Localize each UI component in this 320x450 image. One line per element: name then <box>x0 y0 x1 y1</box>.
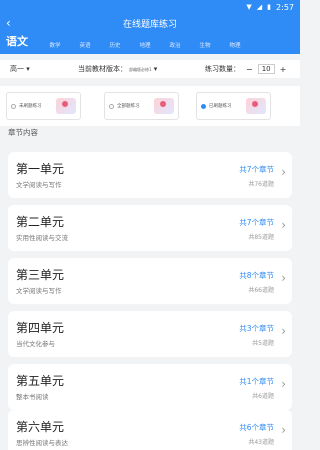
wifi-icon: ▼ <box>246 2 252 11</box>
filter-row: 高一 ▾ 当前教材版本： 部编版必修1 ▾ 练习数量： − 10 + <box>0 60 300 78</box>
chevron-right-icon: › <box>281 423 286 437</box>
title-bar: ‹ 在线题库练习 <box>0 14 300 32</box>
question-count: 共5道题 <box>252 340 274 347</box>
signal-icon: ◢ <box>256 2 263 11</box>
illustration-icon <box>246 98 266 114</box>
illustration-icon <box>56 98 76 114</box>
chevron-right-icon: › <box>281 377 286 391</box>
unit-name: 第五单元 <box>16 374 65 388</box>
mode-all[interactable]: 全部题练习 <box>104 92 179 120</box>
question-count: 共66道题 <box>248 287 274 294</box>
chapter-count: 共7个章节 <box>239 218 274 227</box>
minus-button[interactable]: − <box>246 65 253 74</box>
quantity-label: 练习数量： <box>205 65 240 73</box>
tab-english[interactable]: 英语 <box>70 41 100 49</box>
back-arrow-icon[interactable]: ‹ <box>6 15 11 31</box>
unit-subtitle: 实用性阅读与交流 <box>16 234 68 242</box>
unit-subtitle: 文学阅读与写作 <box>16 287 62 295</box>
tab-politics[interactable]: 政治 <box>160 41 190 49</box>
radio-icon <box>109 103 114 109</box>
quantity-value[interactable]: 10 <box>257 64 275 74</box>
grade-select[interactable]: 高一 ▾ <box>10 64 30 74</box>
battery-icon: ▮ <box>267 2 272 11</box>
question-count: 共85道题 <box>248 234 274 241</box>
edition-select[interactable]: 当前教材版本： 部编版必修1 ▾ <box>78 64 157 74</box>
practice-mode-row: 未刷题练习 全部题练习 已刷题练习 <box>0 86 300 126</box>
chapter-count: 共8个章节 <box>239 271 274 280</box>
subject-tabs: 语文 数学 英语 历史 地理 政治 生物 物理 <box>0 32 300 54</box>
tab-biology[interactable]: 生物 <box>190 41 220 49</box>
tab-geography[interactable]: 地理 <box>130 41 160 49</box>
radio-icon <box>11 103 16 109</box>
unit-name: 第六单元 <box>16 420 65 434</box>
tab-physics[interactable]: 物理 <box>220 41 250 49</box>
question-count: 共76道题 <box>248 181 274 188</box>
unit-name: 第三单元 <box>16 268 65 282</box>
unit-name: 第二单元 <box>16 215 65 229</box>
mode-label: 全部题练习 <box>117 104 140 109</box>
unit-subtitle: 思辨性阅读与表达 <box>16 439 68 447</box>
chevron-right-icon: › <box>281 165 286 179</box>
unit-card[interactable]: 第四单元 当代文化参与 共3个章节 共5道题 › <box>8 311 292 357</box>
tab-history[interactable]: 历史 <box>100 41 130 49</box>
unit-subtitle: 当代文化参与 <box>16 340 55 348</box>
unit-card[interactable]: 第一单元 文学阅读与写作 共7个章节 共76道题 › <box>8 152 292 198</box>
radio-checked-icon <box>201 103 206 109</box>
edition-value: 部编版必修1 <box>129 67 152 72</box>
chapter-count: 共1个章节 <box>239 377 274 386</box>
chapter-count: 共6个章节 <box>239 423 274 432</box>
unit-card[interactable]: 第六单元 思辨性阅读与表达 共6个章节 共43道题 › <box>8 410 292 450</box>
chapter-count: 共3个章节 <box>239 324 274 333</box>
status-bar: ▼ ◢ ▮ 2:57 <box>0 0 300 14</box>
mode-label: 未刷题练习 <box>19 104 42 109</box>
mode-unpracticed[interactable]: 未刷题练习 <box>6 92 81 120</box>
tab-math[interactable]: 数学 <box>40 41 70 49</box>
unit-card[interactable]: 第二单元 实用性阅读与交流 共7个章节 共85道题 › <box>8 205 292 251</box>
plus-button[interactable]: + <box>280 65 287 74</box>
page-title: 在线题库练习 <box>122 19 177 30</box>
unit-card[interactable]: 第五单元 整本书阅读 共1个章节 共6道题 › <box>8 364 292 410</box>
question-count: 共43道题 <box>248 439 274 446</box>
chevron-right-icon: › <box>281 271 286 285</box>
unit-name: 第四单元 <box>16 321 65 335</box>
unit-card[interactable]: 第三单元 文学阅读与写作 共8个章节 共66道题 › <box>8 258 292 304</box>
section-title: 章节内容 <box>8 128 38 137</box>
tab-chinese[interactable]: 语文 <box>6 33 40 49</box>
mode-practiced[interactable]: 已刷题练习 <box>196 92 271 120</box>
unit-name: 第一单元 <box>16 162 65 176</box>
illustration-icon <box>154 98 174 114</box>
status-time: 2:57 <box>276 2 294 12</box>
chevron-right-icon: › <box>281 324 286 338</box>
chapter-count: 共7个章节 <box>239 165 274 174</box>
mode-label: 已刷题练习 <box>209 104 232 109</box>
unit-subtitle: 文学阅读与写作 <box>16 181 62 189</box>
question-count: 共6道题 <box>252 393 274 400</box>
quantity-stepper: − 10 + <box>246 64 286 74</box>
unit-subtitle: 整本书阅读 <box>16 393 49 401</box>
chevron-right-icon: › <box>281 218 286 232</box>
